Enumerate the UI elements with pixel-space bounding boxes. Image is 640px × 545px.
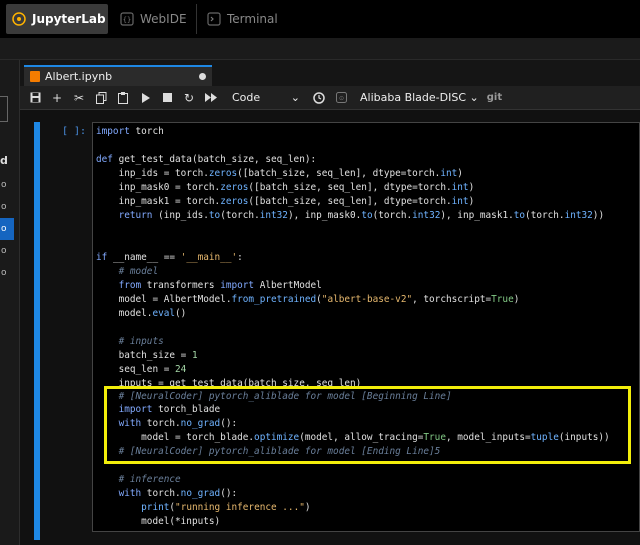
svg-text:{}: {} <box>123 16 131 24</box>
code-line: inp_ids = torch.zeros([batch_size, seq_l… <box>96 168 463 179</box>
file-item[interactable]: o <box>0 174 14 196</box>
unsaved-dot-icon[interactable] <box>199 73 206 80</box>
tab-terminal-label: Terminal <box>227 12 278 26</box>
stop-icon[interactable] <box>156 88 178 108</box>
code-line: inp_mask1 = torch.zeros([batch_size, seq… <box>96 196 475 207</box>
code-line: model(*inputs) <box>96 516 221 527</box>
cell-type-label: Code <box>232 91 261 104</box>
fast-forward-icon[interactable] <box>200 88 222 108</box>
file-item[interactable]: o <box>0 240 14 262</box>
restart-icon[interactable]: ↻ <box>178 88 200 108</box>
code-line: model.eval() <box>96 308 187 319</box>
notebook-tab[interactable]: Albert.ipynb <box>24 65 212 86</box>
kernel-logo-icon: ⊙ <box>330 88 352 108</box>
kernel-chevron-icon: ⌄ <box>469 91 479 104</box>
code-line: print("running inference ...") <box>141 502 311 513</box>
save-icon[interactable] <box>24 88 46 108</box>
top-tab-bar: JupyterLab {} WebIDE Terminal <box>0 0 640 38</box>
kernel-name: Alibaba Blade-DISC <box>360 91 467 104</box>
code-line: seq_len = 24 <box>96 364 187 375</box>
code-line: model = AlbertModel.from_pretrained("alb… <box>96 294 520 305</box>
run-icon[interactable] <box>134 88 156 108</box>
jupyter-icon <box>12 12 26 26</box>
tab-jupyterlab[interactable]: JupyterLab <box>6 4 108 34</box>
tab-webide-label: WebIDE <box>140 12 187 26</box>
code-line: inp_mask0 = torch.zeros([batch_size, seq… <box>96 182 475 193</box>
code-line: # inference <box>118 474 181 485</box>
cut-icon[interactable]: ✂ <box>68 88 90 108</box>
file-item[interactable]: o <box>0 262 14 284</box>
clock-icon[interactable] <box>308 88 330 108</box>
git-label[interactable]: git <box>487 92 502 103</box>
notebook-toolbar: + ✂ ↻ Code ⌄ ⊙ Alibaba Blade-DISC ⌄ git <box>20 86 640 110</box>
cell-type-select[interactable]: Code ⌄ <box>232 91 300 104</box>
menu-strip <box>0 38 640 60</box>
tab-webide[interactable]: {} WebIDE <box>114 4 192 34</box>
terminal-icon <box>207 12 221 26</box>
chevron-down-icon: ⌄ <box>290 91 300 104</box>
code-line: # model <box>118 266 159 277</box>
active-cell-indicator <box>34 122 40 540</box>
file-browser-panel: d o o o o o <box>0 60 20 545</box>
file-item-selected[interactable]: o <box>0 218 14 240</box>
cell-prompt: [ ]: <box>62 126 87 137</box>
file-item[interactable]: o <box>0 196 14 218</box>
code-line: with torch.no_grad(): <box>118 488 238 499</box>
notebook-icon <box>30 71 40 82</box>
filter-box[interactable] <box>0 96 8 122</box>
code-line: from transformers import AlbertModel <box>118 280 322 291</box>
code-line: def get_test_data(batch_size, seq_len): <box>96 154 317 165</box>
code-line: import torch <box>96 126 164 137</box>
add-cell-icon[interactable]: + <box>46 88 68 108</box>
code-line: if __name__ == '__main__': <box>96 252 243 263</box>
code-line: batch_size = 1 <box>96 350 198 361</box>
notebook-tab-bar: Albert.ipynb <box>20 60 640 86</box>
kernel-selector[interactable]: Alibaba Blade-DISC ⌄ <box>360 91 479 104</box>
paste-icon[interactable] <box>112 88 134 108</box>
code-line: return (inp_ids.to(torch.int32), inp_mas… <box>118 210 605 221</box>
tab-jupyterlab-label: JupyterLab <box>32 12 106 26</box>
file-list-header: d <box>0 154 8 167</box>
notebook-tab-title: Albert.ipynb <box>45 70 113 83</box>
tab-terminal[interactable]: Terminal <box>196 4 278 34</box>
copy-icon[interactable] <box>90 88 112 108</box>
svg-text:⊙: ⊙ <box>338 95 343 102</box>
webide-icon: {} <box>120 12 134 26</box>
annotation-highlight-box <box>104 386 631 464</box>
code-line: # inputs <box>118 336 164 347</box>
